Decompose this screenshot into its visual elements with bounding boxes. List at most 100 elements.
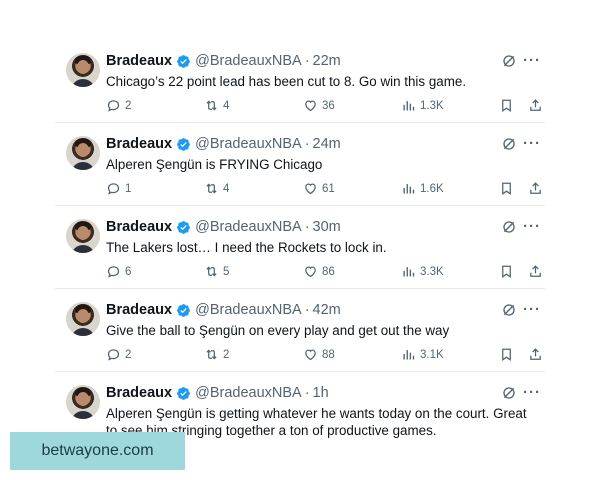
tweet[interactable]: Bradeaux @BradeauxNBA · 22m ··· Chicago’… (55, 40, 545, 123)
bookmark-button[interactable] (499, 98, 514, 113)
retweet-count: 4 (223, 182, 230, 195)
tweet-actions: 2 4 36 1.3K (106, 98, 541, 116)
tweet[interactable]: Bradeaux @BradeauxNBA · 24m ··· Alperen … (55, 123, 545, 206)
tweet-text: The Lakers lost… I need the Rockets to l… (106, 240, 387, 255)
reply-button[interactable]: 2 (106, 98, 131, 113)
user-handle[interactable]: @BradeauxNBA (195, 136, 302, 152)
share-button[interactable] (528, 181, 543, 196)
bookmark-button[interactable] (499, 347, 514, 362)
views-button[interactable]: 3.3K (401, 264, 444, 279)
timestamp[interactable]: 1h (313, 385, 329, 401)
reply-button[interactable]: 6 (106, 264, 131, 279)
like-count: 36 (322, 99, 335, 112)
tweet-text: Alperen Şengün is FRYING Chicago (106, 157, 323, 172)
user-handle[interactable]: @BradeauxNBA (195, 385, 302, 401)
tweet-feed: Bradeaux @BradeauxNBA · 22m ··· Chicago’… (55, 40, 545, 452)
timestamp[interactable]: 42m (313, 302, 341, 318)
timestamp[interactable]: 22m (313, 53, 341, 69)
watermark-banner: betwayone.com (10, 432, 185, 470)
avatar[interactable] (66, 385, 100, 419)
view-count: 1.6K (420, 182, 444, 195)
avatar[interactable] (66, 219, 100, 253)
separator-dot: · (304, 385, 310, 401)
display-name[interactable]: Bradeaux (106, 302, 172, 318)
like-button[interactable]: 61 (303, 181, 335, 196)
reply-icon (107, 183, 120, 195)
display-name[interactable]: Bradeaux (106, 53, 172, 69)
verified-badge-icon (177, 54, 190, 68)
more-options-icon[interactable]: ··· (523, 52, 541, 69)
heart-icon (305, 183, 316, 195)
user-handle[interactable]: @BradeauxNBA (195, 53, 302, 69)
verified-badge-icon (177, 220, 190, 234)
like-button[interactable]: 36 (303, 98, 335, 113)
display-name[interactable]: Bradeaux (106, 219, 172, 235)
reply-icon (107, 266, 120, 278)
more-options-icon[interactable]: ··· (523, 301, 541, 318)
grok-icon[interactable] (501, 385, 517, 401)
tweet[interactable]: Bradeaux @BradeauxNBA · 42m ··· Give the… (55, 289, 545, 372)
retweet-icon (206, 349, 217, 360)
tweet-text: Give the ball to Şengün on every play an… (106, 323, 450, 338)
retweet-button[interactable]: 4 (204, 181, 229, 196)
user-handle[interactable]: @BradeauxNBA (195, 219, 302, 235)
verified-badge-icon (177, 303, 190, 317)
tweet-header: Bradeaux @BradeauxNBA · 24m (106, 135, 341, 153)
retweet-button[interactable]: 4 (204, 98, 229, 113)
retweet-count: 5 (223, 265, 230, 278)
share-icon (530, 265, 541, 277)
reply-count: 2 (125, 99, 132, 112)
bookmark-button[interactable] (499, 264, 514, 279)
display-name[interactable]: Bradeaux (106, 136, 172, 152)
share-button[interactable] (528, 347, 543, 362)
retweet-button[interactable]: 2 (204, 347, 229, 362)
retweet-button[interactable]: 5 (204, 264, 229, 279)
avatar[interactable] (66, 53, 100, 87)
bookmark-icon (502, 265, 511, 279)
like-button[interactable]: 88 (303, 347, 335, 362)
avatar[interactable] (66, 302, 100, 336)
verified-badge-icon (177, 137, 190, 151)
retweet-icon (206, 183, 217, 194)
timestamp[interactable]: 24m (313, 136, 341, 152)
more-options-icon[interactable]: ··· (523, 135, 541, 152)
separator-dot: · (304, 136, 310, 152)
retweet-icon (206, 100, 217, 111)
grok-icon[interactable] (501, 136, 517, 152)
tweet[interactable]: Bradeaux @BradeauxNBA · 30m ··· The Lake… (55, 206, 545, 289)
grok-icon[interactable] (501, 53, 517, 69)
like-button[interactable]: 86 (303, 264, 335, 279)
timestamp[interactable]: 30m (313, 219, 341, 235)
share-icon (530, 99, 541, 111)
more-options-icon[interactable]: ··· (523, 218, 541, 235)
tweet-header: Bradeaux @BradeauxNBA · 30m (106, 218, 341, 236)
tweet-header: Bradeaux @BradeauxNBA · 22m (106, 52, 341, 70)
like-count: 86 (322, 265, 335, 278)
retweet-icon (206, 266, 217, 277)
avatar[interactable] (66, 136, 100, 170)
grok-icon[interactable] (501, 302, 517, 318)
bookmark-icon (502, 182, 511, 196)
bookmark-icon (502, 99, 511, 113)
separator-dot: · (304, 219, 310, 235)
tweet-actions: 6 5 86 3.3K (106, 264, 541, 282)
tweet-text: Chicago’s 22 point lead has been cut to … (106, 74, 467, 89)
heart-icon (305, 100, 316, 112)
views-button[interactable]: 3.1K (401, 347, 444, 362)
views-button[interactable]: 1.3K (401, 98, 444, 113)
share-button[interactable] (528, 98, 543, 113)
view-count: 1.3K (420, 99, 444, 112)
bookmark-button[interactable] (499, 181, 514, 196)
reply-count: 2 (125, 348, 132, 361)
reply-button[interactable]: 1 (106, 181, 131, 196)
views-button[interactable]: 1.6K (401, 181, 444, 196)
more-options-icon[interactable]: ··· (523, 384, 541, 401)
tweet-actions: 1 4 61 1.6K (106, 181, 541, 199)
tweet-header: Bradeaux @BradeauxNBA · 1h (106, 384, 329, 402)
separator-dot: · (304, 53, 310, 69)
reply-button[interactable]: 2 (106, 347, 131, 362)
user-handle[interactable]: @BradeauxNBA (195, 302, 302, 318)
grok-icon[interactable] (501, 219, 517, 235)
share-button[interactable] (528, 264, 543, 279)
display-name[interactable]: Bradeaux (106, 385, 172, 401)
